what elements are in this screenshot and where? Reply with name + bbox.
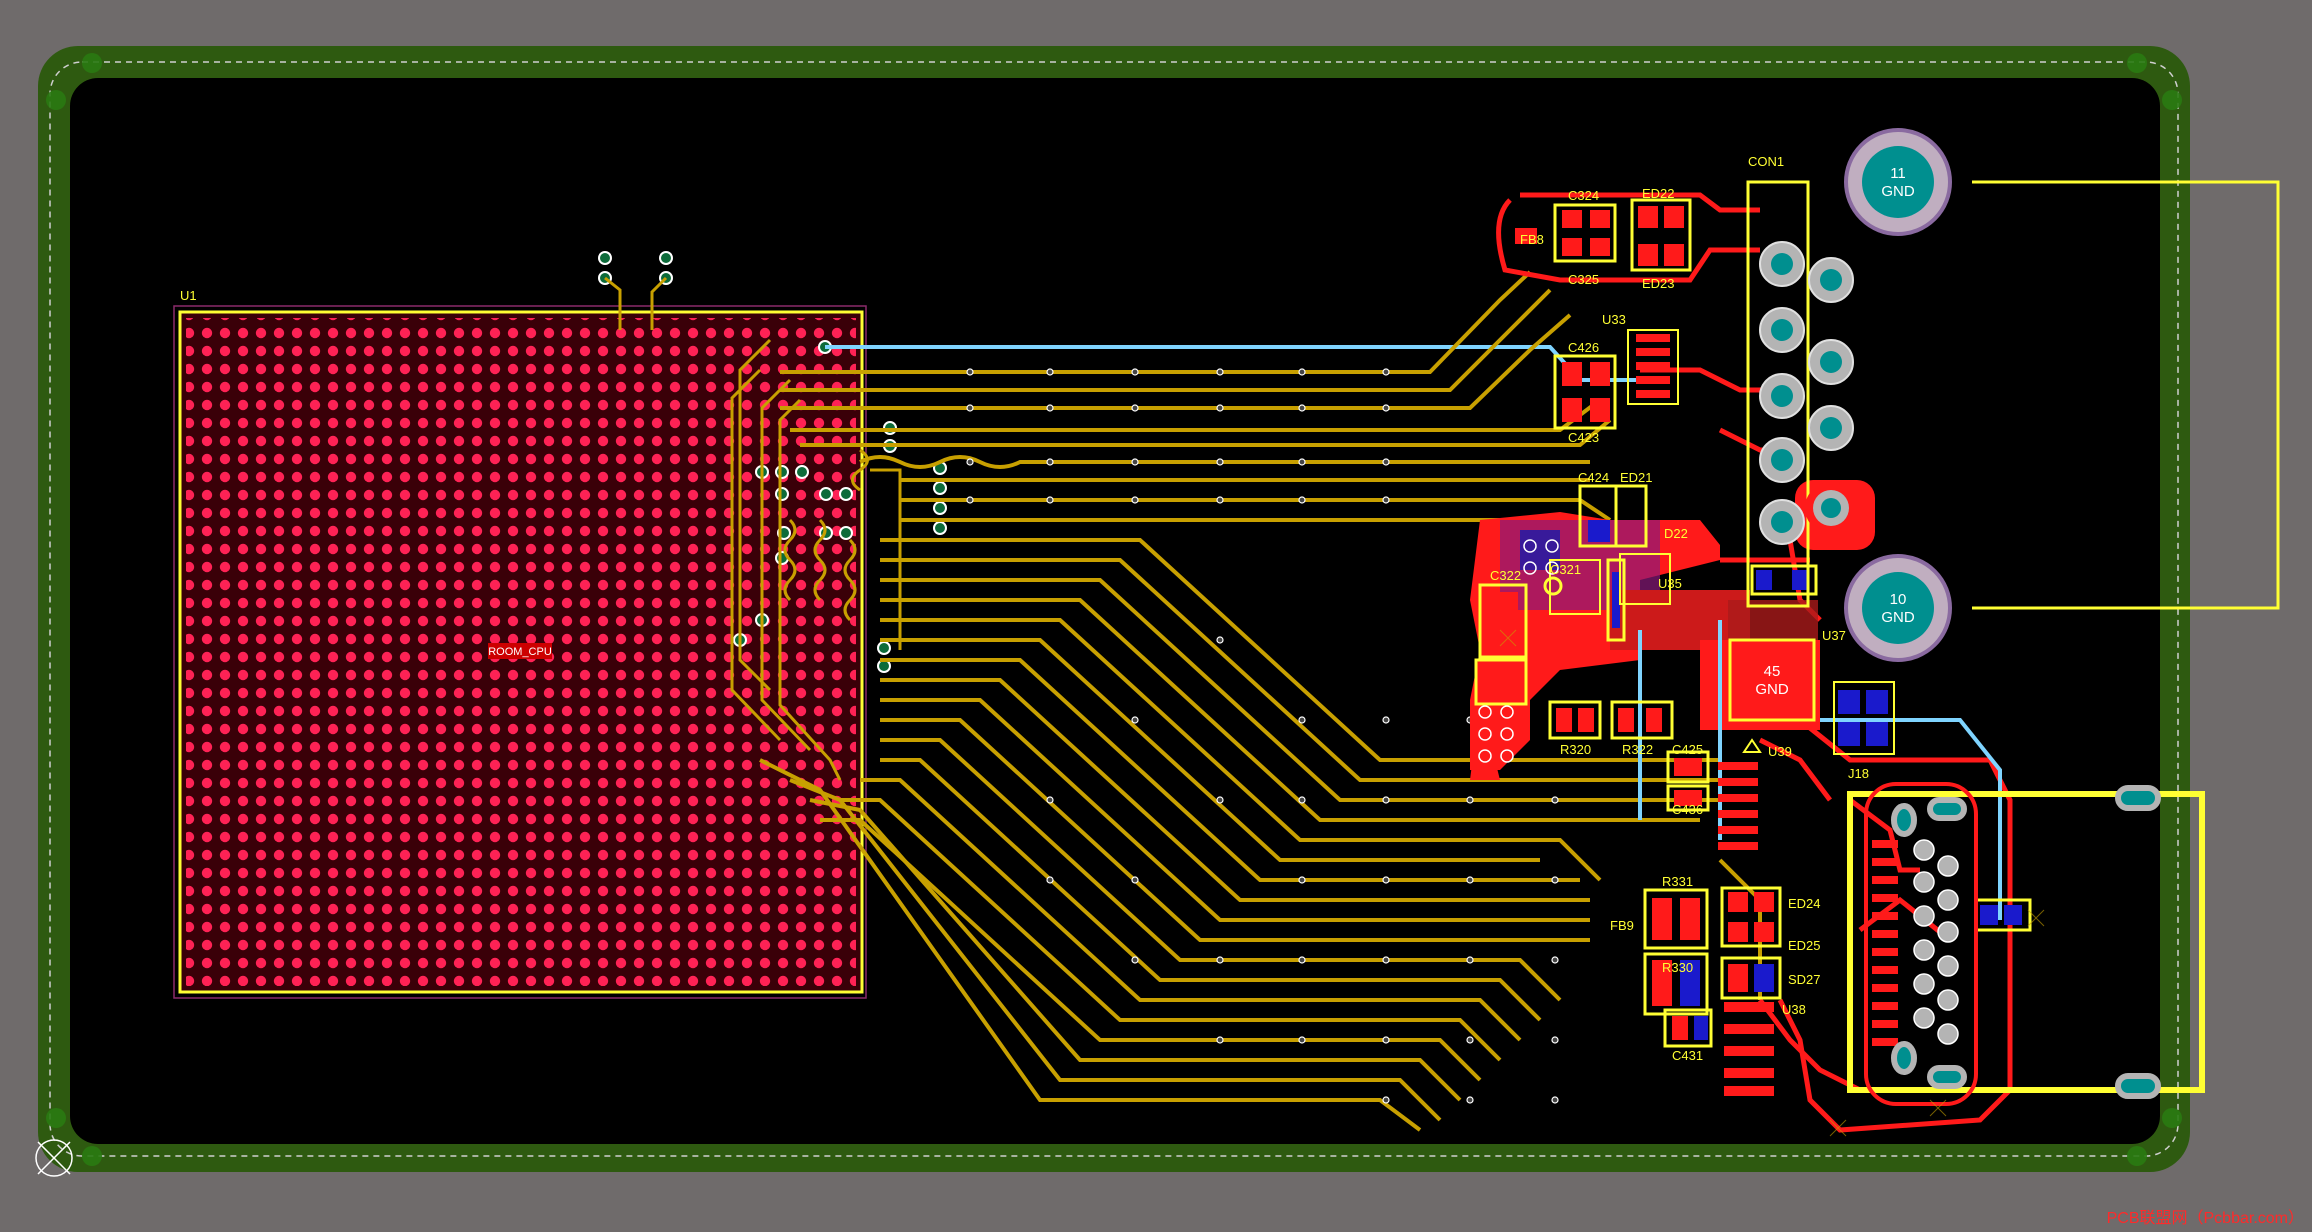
gnd-pad-11[interactable]: 11 GND [1844, 128, 1952, 236]
svg-text:C424: C424 [1578, 470, 1609, 485]
svg-text:C436: C436 [1672, 802, 1703, 817]
svg-text:U35: U35 [1658, 576, 1682, 591]
svg-text:FB8: FB8 [1520, 232, 1544, 247]
gnd-pad-10[interactable]: 10 GND [1844, 554, 1952, 662]
pcb-canvas[interactable]: U1 ROOM_CPU CON1 11 GND 10 GND 45 GND C3… [0, 0, 2312, 1232]
svg-text:C324: C324 [1568, 188, 1599, 203]
svg-text:C431: C431 [1672, 1048, 1703, 1063]
svg-text:C425: C425 [1672, 742, 1703, 757]
svg-text:U33: U33 [1602, 312, 1626, 327]
svg-text:R330: R330 [1662, 960, 1693, 975]
svg-text:SD27: SD27 [1788, 972, 1821, 987]
svg-text:ED24: ED24 [1788, 896, 1821, 911]
con1-ref: CON1 [1748, 154, 1784, 169]
gnd-pad-45-pin: 45 [1764, 663, 1781, 680]
gnd-pad-10-net: GND [1881, 609, 1915, 626]
svg-text:C325: C325 [1568, 272, 1599, 287]
svg-text:FB9: FB9 [1610, 918, 1634, 933]
svg-text:C423: C423 [1568, 430, 1599, 445]
svg-text:ED21: ED21 [1620, 470, 1653, 485]
svg-text:R331: R331 [1662, 874, 1693, 889]
gnd-pad-11-pin: 11 [1890, 165, 1906, 182]
svg-text:C426: C426 [1568, 340, 1599, 355]
svg-text:J18: J18 [1848, 766, 1869, 781]
svg-text:U37: U37 [1822, 628, 1846, 643]
svg-text:R320: R320 [1560, 742, 1591, 757]
gnd-pad-10-pin: 10 [1890, 591, 1907, 608]
svg-text:C322: C322 [1490, 568, 1521, 583]
svg-text:U38: U38 [1782, 1002, 1806, 1017]
pcb-viewport[interactable]: U1 ROOM_CPU CON1 11 GND 10 GND 45 GND C3… [0, 0, 2312, 1232]
svg-text:R322: R322 [1622, 742, 1653, 757]
svg-text:ED25: ED25 [1788, 938, 1821, 953]
u1-label: ROOM_CPU [488, 646, 552, 658]
svg-text:U39: U39 [1768, 744, 1792, 759]
gnd-pad-45-net: GND [1755, 681, 1789, 698]
gnd-pad-11-net: GND [1881, 183, 1915, 200]
u1-ref: U1 [180, 288, 197, 303]
svg-text:C321: C321 [1550, 562, 1581, 577]
watermark: PCB联盟网（Pcbbar.com） [2106, 1210, 2304, 1227]
svg-text:D22: D22 [1664, 526, 1688, 541]
svg-text:ED22: ED22 [1642, 186, 1675, 201]
svg-text:ED23: ED23 [1642, 276, 1675, 291]
